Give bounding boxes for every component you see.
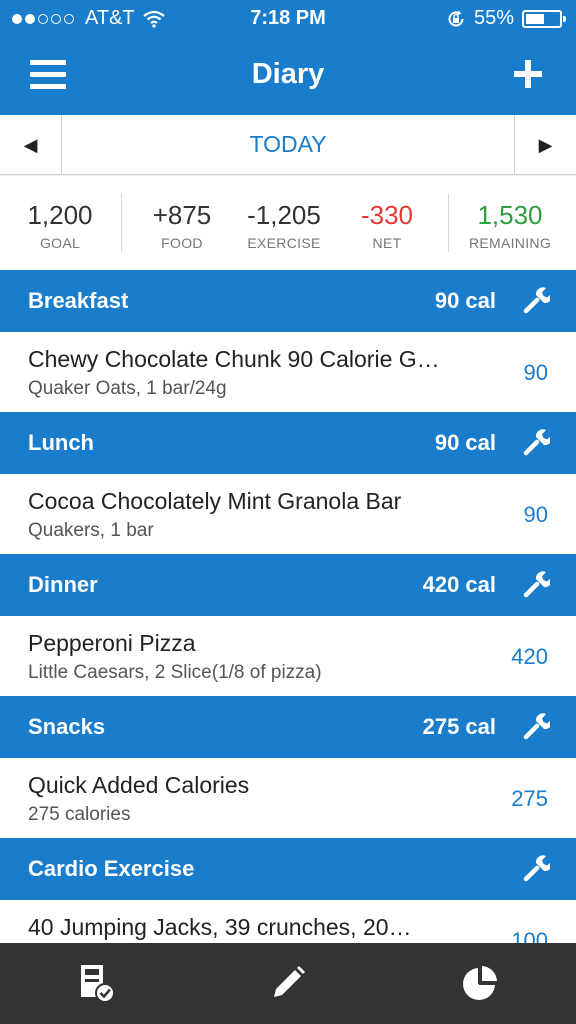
pencil-icon[interactable] bbox=[268, 963, 308, 1003]
battery-icon bbox=[522, 9, 566, 28]
net-label: NET bbox=[372, 235, 402, 251]
nav-bar: Diary bbox=[0, 38, 576, 115]
item-subtitle: Little Caesars, 2 Slice(1/8 of pizza) bbox=[28, 662, 322, 683]
summary-exercise: -1,205 EXERCISE bbox=[236, 200, 332, 251]
section-header-cardio-exercise[interactable]: Cardio Exercise bbox=[0, 838, 576, 900]
section-name: Snacks bbox=[28, 714, 106, 739]
section-header-lunch[interactable]: Lunch 90 cal bbox=[0, 412, 576, 474]
item-calories: 100 bbox=[511, 928, 548, 943]
section-name: Lunch bbox=[28, 430, 94, 455]
date-selector: ◀ TODAY ▶ bbox=[0, 115, 576, 175]
section-header-breakfast[interactable]: Breakfast 90 cal bbox=[0, 270, 576, 332]
wrench-icon[interactable] bbox=[522, 854, 550, 882]
right-arrow-icon: ▶ bbox=[538, 134, 553, 155]
list-item[interactable]: 40 Jumping Jacks, 39 crunches, 20… 100 bbox=[0, 900, 576, 943]
top-bar: AT&T 7:18 PM 55% Diary bbox=[0, 0, 576, 115]
remaining-label: REMAINING bbox=[468, 235, 552, 251]
section-name: Breakfast bbox=[28, 288, 129, 313]
item-calories: 420 bbox=[511, 644, 548, 669]
date-label[interactable]: TODAY bbox=[62, 131, 514, 158]
food-label: FOOD bbox=[161, 235, 203, 251]
add-icon[interactable] bbox=[514, 60, 542, 88]
item-subtitle: Quakers, 1 bar bbox=[28, 520, 154, 541]
item-subtitle: 275 calories bbox=[28, 804, 131, 825]
list-item[interactable]: Chewy Chocolate Chunk 90 Calorie G… Quak… bbox=[0, 332, 576, 412]
wrench-icon[interactable] bbox=[522, 570, 550, 598]
food-value: +875 bbox=[152, 200, 212, 230]
goal-value: 1,200 bbox=[27, 200, 93, 230]
battery-group: 55% bbox=[446, 7, 566, 30]
list-item[interactable]: Quick Added Calories 275 calories 275 bbox=[0, 758, 576, 838]
divider bbox=[121, 194, 122, 252]
exercise-value: -1,205 bbox=[247, 200, 321, 230]
pie-chart-icon[interactable] bbox=[460, 963, 500, 1003]
item-calories: 90 bbox=[523, 360, 548, 385]
diary-icon[interactable] bbox=[76, 963, 116, 1003]
section-name: Cardio Exercise bbox=[28, 856, 195, 881]
section-header-snacks[interactable]: Snacks 275 cal bbox=[0, 696, 576, 758]
battery-percent: 55% bbox=[473, 7, 514, 29]
previous-day-button[interactable]: ◀ bbox=[0, 115, 62, 175]
wrench-icon[interactable] bbox=[522, 428, 550, 456]
section-calories: 420 cal bbox=[422, 572, 496, 597]
list-item[interactable]: Cocoa Chocolately Mint Granola Bar Quake… bbox=[0, 474, 576, 554]
summary-remaining: 1,530 REMAINING bbox=[460, 200, 560, 251]
item-calories: 275 bbox=[511, 786, 548, 811]
section-calories: 90 cal bbox=[434, 430, 496, 455]
section-calories: 90 cal bbox=[434, 288, 496, 313]
item-title: Quick Added Calories bbox=[28, 772, 250, 798]
item-title: 40 Jumping Jacks, 39 crunches, 20… bbox=[28, 914, 412, 940]
item-title: Pepperoni Pizza bbox=[28, 630, 196, 656]
net-value: -330 bbox=[360, 200, 414, 230]
goal-label: GOAL bbox=[39, 235, 81, 251]
status-bar: AT&T 7:18 PM 55% bbox=[0, 0, 576, 38]
section-name: Dinner bbox=[28, 572, 98, 597]
divider bbox=[448, 194, 449, 252]
bottom-tab-bar bbox=[0, 943, 576, 1024]
calorie-summary: 1,200 GOAL +875 FOOD -1,205 EXERCISE -33… bbox=[0, 176, 576, 270]
next-day-button[interactable]: ▶ bbox=[514, 115, 576, 175]
wrench-icon[interactable] bbox=[522, 712, 550, 740]
summary-goal: 1,200 GOAL bbox=[16, 200, 104, 251]
section-header-dinner[interactable]: Dinner 420 cal bbox=[0, 554, 576, 616]
remaining-value: 1,530 bbox=[477, 200, 543, 230]
rotation-lock-icon bbox=[448, 10, 464, 26]
item-title: Cocoa Chocolately Mint Granola Bar bbox=[28, 488, 402, 514]
item-title: Chewy Chocolate Chunk 90 Calorie G… bbox=[28, 346, 440, 372]
list-item[interactable]: Pepperoni Pizza Little Caesars, 2 Slice(… bbox=[0, 616, 576, 696]
exercise-label: EXERCISE bbox=[247, 235, 321, 251]
wrench-icon[interactable] bbox=[522, 286, 550, 314]
item-calories: 90 bbox=[523, 502, 548, 527]
section-calories: 275 cal bbox=[422, 714, 496, 739]
left-arrow-icon: ◀ bbox=[23, 134, 38, 155]
page-title: Diary bbox=[251, 58, 325, 90]
item-subtitle: Quaker Oats, 1 bar/24g bbox=[28, 378, 227, 399]
summary-food: +875 FOOD bbox=[138, 200, 226, 251]
summary-net: -330 NET bbox=[348, 200, 426, 251]
